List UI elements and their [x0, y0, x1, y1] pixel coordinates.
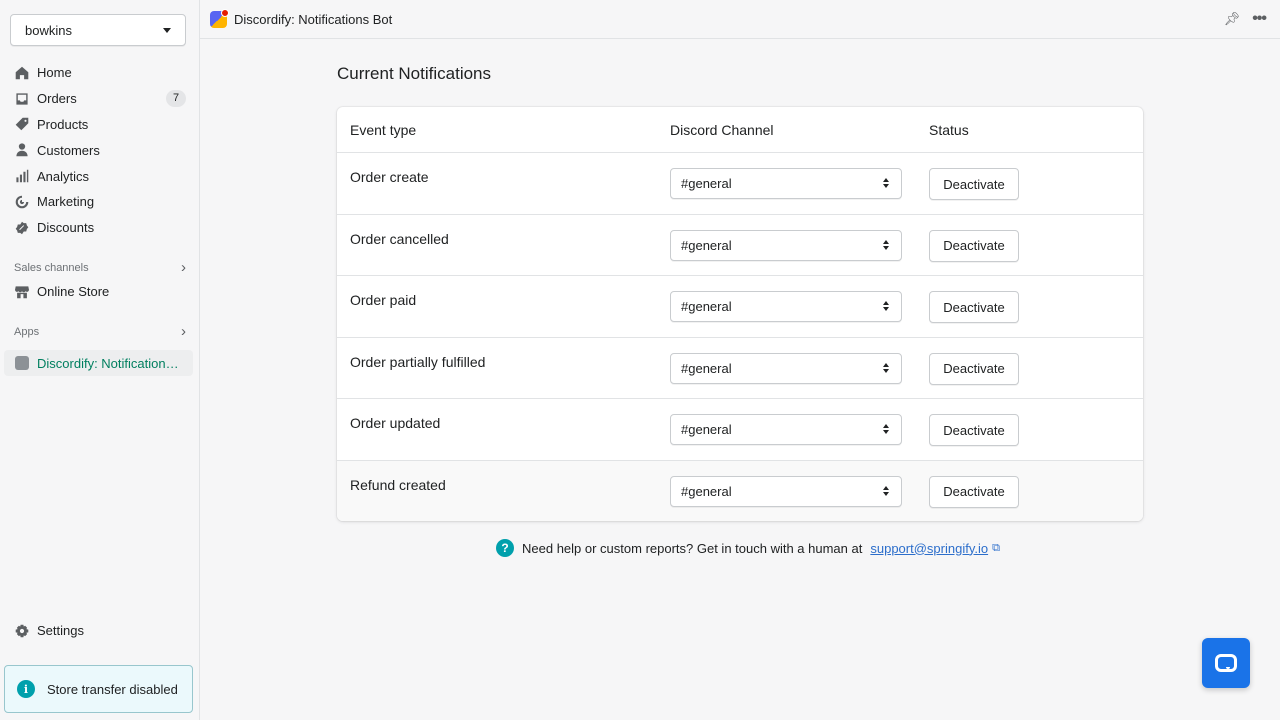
sidebar-item-analytics[interactable]: Analytics	[0, 163, 200, 189]
channel-value: #general	[681, 422, 732, 437]
event-type: Refund created	[350, 476, 446, 493]
sidebar-item-home[interactable]: Home	[0, 60, 200, 86]
deactivate-button[interactable]: Deactivate	[929, 229, 1019, 262]
sidebar-item-label: Products	[37, 116, 89, 132]
sidebar-item-label: Discounts	[37, 220, 95, 236]
gear-icon	[15, 624, 29, 638]
help-text: Need help or custom reports? Get in touc…	[522, 540, 863, 556]
deactivate-button[interactable]: Deactivate	[929, 475, 1019, 508]
store-icon	[15, 285, 29, 299]
pin-icon[interactable]: 📌︎	[1224, 11, 1241, 27]
channel-select[interactable]: #general	[670, 168, 902, 199]
chat-button[interactable]	[1202, 638, 1250, 688]
channel-value: #general	[681, 483, 732, 499]
channel-value: #general	[681, 299, 732, 314]
event-type: Order paid	[350, 292, 417, 308]
tag-icon	[15, 117, 29, 131]
table-row: Order create #general Deactivate	[337, 153, 1143, 215]
more-options-icon[interactable]: •••	[1252, 10, 1267, 28]
chat-icon	[1215, 654, 1237, 672]
apps-header[interactable]: Apps ›	[14, 323, 186, 340]
sidebar-item-label: Customers	[37, 142, 100, 158]
select-arrows-icon	[883, 423, 891, 435]
page-title: Current Notifications	[337, 64, 492, 83]
home-icon	[15, 66, 29, 80]
column-header-event-type: Event type	[350, 121, 417, 138]
app-title: Discordify: Notifications Bot	[234, 11, 393, 27]
apps-title: Apps	[14, 326, 40, 338]
table-row: Order cancelled #general Deactivate	[337, 215, 1143, 276]
sidebar-item-products[interactable]: Products	[0, 112, 200, 138]
main-nav: Home Orders 7 Products Customers Analyti…	[0, 60, 200, 241]
channel-select[interactable]: #general	[670, 475, 902, 507]
sidebar-item-label: Home	[37, 65, 72, 81]
table-header: Event type Discord Channel Status	[337, 107, 1143, 153]
store-transfer-text: Store transfer disabled	[47, 681, 178, 697]
sidebar-item-customers[interactable]: Customers	[0, 137, 200, 163]
sidebar-item-discordify[interactable]: Discordify: Notification…	[4, 350, 193, 376]
chevron-right-icon: ›	[181, 323, 186, 340]
sidebar-item-label: Discordify: Notification…	[37, 355, 179, 371]
deactivate-button[interactable]: Deactivate	[929, 414, 1019, 446]
store-name: bowkins	[25, 22, 72, 38]
table-row: Refund created #general Deactivate	[337, 460, 1143, 521]
deactivate-button[interactable]: Deactivate	[929, 291, 1019, 323]
select-arrows-icon	[883, 300, 891, 312]
chevron-right-icon: ›	[181, 259, 186, 276]
sidebar-item-marketing[interactable]: Marketing	[0, 189, 200, 215]
orders-count-badge: 7	[166, 89, 186, 107]
bar-chart-icon	[15, 169, 29, 183]
sidebar-item-label: Orders	[37, 91, 77, 107]
select-arrows-icon	[883, 177, 891, 189]
store-transfer-banner: i Store transfer disabled	[4, 665, 193, 713]
inbox-icon	[15, 92, 29, 106]
column-header-status: Status	[929, 121, 969, 138]
event-type: Order partially fulfilled	[350, 353, 486, 370]
channel-select[interactable]: #general	[670, 229, 902, 261]
person-icon	[15, 143, 29, 157]
support-email-link[interactable]: support@springify.io	[870, 541, 988, 556]
event-type: Order cancelled	[350, 230, 449, 247]
store-selector[interactable]: bowkins	[10, 14, 186, 46]
deactivate-button[interactable]: Deactivate	[929, 352, 1019, 385]
sidebar: bowkins Home Orders 7 Products Customers…	[0, 0, 200, 720]
channel-select[interactable]: #general	[670, 352, 902, 384]
table-row: Order paid #general Deactivate	[337, 276, 1143, 338]
help-footer: ? Need help or custom reports? Get in to…	[496, 539, 1000, 557]
discount-icon	[15, 221, 29, 235]
event-type: Order create	[350, 169, 429, 185]
sidebar-item-discounts[interactable]: Discounts	[0, 215, 200, 241]
notifications-table: Event type Discord Channel Status Order …	[337, 107, 1143, 521]
sidebar-item-label: Analytics	[37, 168, 90, 184]
discordify-logo-icon	[210, 8, 229, 28]
caret-down-icon	[163, 27, 171, 33]
select-arrows-icon	[883, 239, 891, 251]
channel-select[interactable]: #general	[670, 414, 902, 445]
target-icon	[15, 195, 29, 209]
sales-channels-title: Sales channels	[14, 262, 89, 274]
column-header-discord-channel: Discord Channel	[670, 121, 774, 138]
sidebar-item-label: Marketing	[37, 194, 95, 210]
channel-select[interactable]: #general	[670, 291, 902, 322]
external-link-icon: ⧉	[992, 541, 1000, 554]
app-title-bar: Discordify: Notifications Bot 📌︎ •••	[200, 0, 1280, 39]
sidebar-item-orders[interactable]: Orders 7	[0, 86, 200, 112]
question-icon: ?	[496, 539, 514, 557]
sidebar-item-label: Online Store	[37, 284, 110, 300]
channel-value: #general	[681, 360, 732, 376]
sidebar-item-online-store[interactable]: Online Store	[0, 279, 200, 305]
select-arrows-icon	[883, 485, 891, 497]
select-arrows-icon	[883, 362, 891, 374]
sidebar-item-label: Settings	[37, 623, 84, 639]
channel-value: #general	[681, 237, 732, 253]
deactivate-button[interactable]: Deactivate	[929, 168, 1019, 200]
event-type: Order updated	[350, 415, 441, 431]
sales-channels-header[interactable]: Sales channels ›	[14, 259, 186, 276]
table-row: Order updated #general Deactivate	[337, 399, 1143, 461]
table-row: Order partially fulfilled #general Deact…	[337, 338, 1143, 399]
sidebar-item-settings[interactable]: Settings	[0, 618, 200, 644]
channel-value: #general	[681, 176, 732, 191]
app-icon	[15, 356, 29, 370]
info-icon: i	[17, 680, 35, 698]
